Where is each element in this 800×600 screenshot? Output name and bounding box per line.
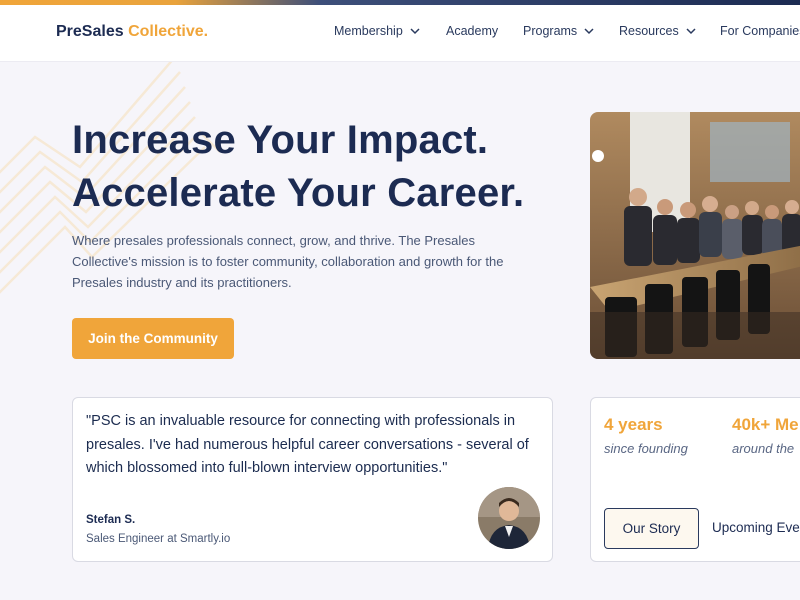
person-avatar-icon [478,487,540,549]
stat-label: since founding [604,441,688,456]
nav-item-for-companies[interactable]: For Companies [720,24,800,38]
hero-headline: Increase Your Impact. Accelerate Your Ca… [72,114,592,220]
nav-item-label: Membership [334,24,403,38]
brand-logo[interactable]: PreSales Collective. [56,23,208,41]
nav-item-resources[interactable]: Resources [619,24,696,38]
chevron-down-icon [584,27,594,34]
site-header: PreSales Collective. Membership Academy … [0,5,800,62]
join-community-button[interactable]: Join the Community [72,318,234,359]
nav-item-label: For Companies [720,24,800,38]
testimonial-card: "PSC is an invaluable resource for conne… [72,397,553,562]
nav-item-programs[interactable]: Programs [523,24,594,38]
testimonial-author-role: Sales Engineer at Smartly.io [86,533,231,545]
brand-name-part2: Collective. [128,23,209,40]
group-photo-image [590,112,800,359]
stat-value: 4 years [604,415,663,434]
upcoming-events-link[interactable]: Upcoming Eve [712,520,800,535]
nav-item-label: Programs [523,24,578,38]
testimonial-author-name: Stefan S. [86,514,136,526]
testimonial-quote: "PSC is an invaluable resource for conne… [86,413,529,476]
nav-item-label: Academy [446,24,499,38]
hero-intro-text: Where presales professionals connect, gr… [72,233,504,290]
our-story-button[interactable]: Our Story [604,508,699,549]
stats-card: 4 years since founding 40k+ Me around th… [590,397,800,562]
stat-value: 40k+ Me [732,415,799,434]
brand-name-part1: PreSales [56,23,124,40]
chevron-down-icon [410,27,420,34]
nav-item-membership[interactable]: Membership [334,24,420,38]
stat-label: around the [732,441,795,456]
nav-item-academy[interactable]: Academy [446,24,498,38]
chevron-down-icon [686,27,696,34]
nav-item-label: Resources [619,24,679,38]
headline-line-1: Increase Your Impact. [72,118,489,162]
headline-line-2: Accelerate Your Career. [72,171,525,215]
